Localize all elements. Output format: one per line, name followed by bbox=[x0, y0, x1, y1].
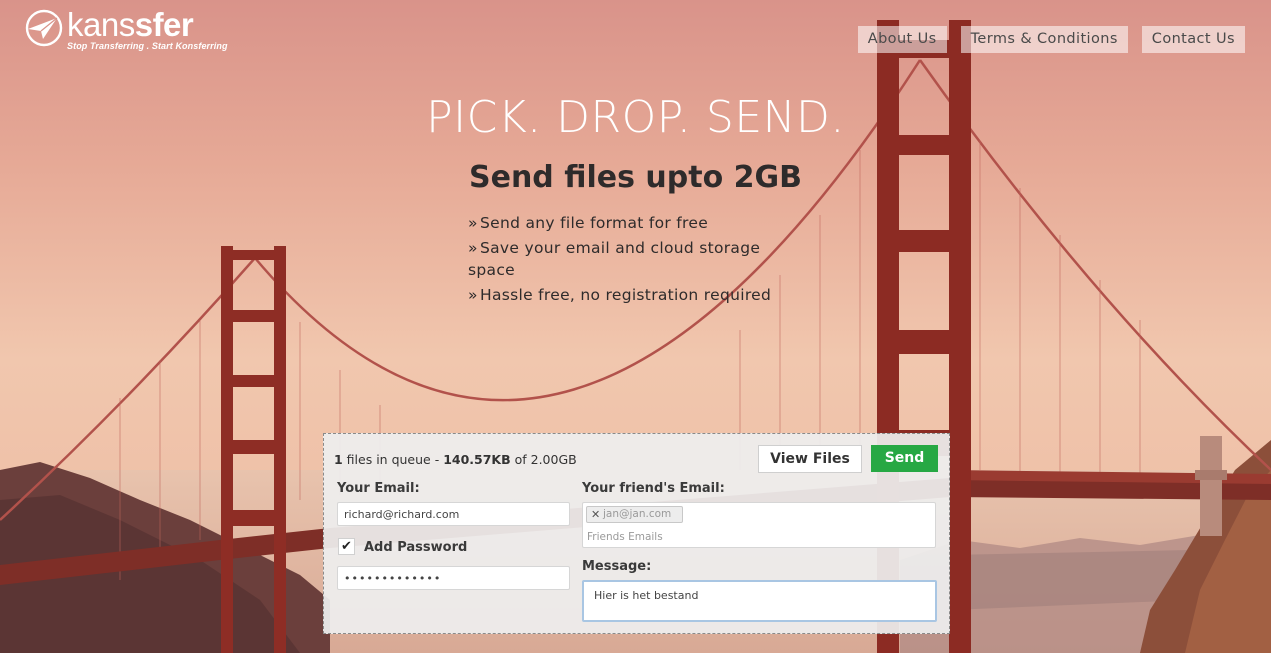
email-tag: ✕ jan@jan.com bbox=[586, 506, 683, 523]
paper-plane-circle-icon bbox=[25, 9, 63, 47]
nav-contact-us[interactable]: Contact Us bbox=[1141, 26, 1245, 53]
feature-item: » Hassle free, no registration required bbox=[468, 286, 772, 304]
double-chevron-right-icon: » bbox=[468, 239, 478, 257]
checkmark-icon: ✔ bbox=[341, 539, 352, 554]
friend-email-label: Your friend's Email: bbox=[582, 481, 725, 496]
add-password-checkbox[interactable]: ✔ bbox=[338, 538, 355, 555]
brand-logo[interactable]: kanssfer Stop Transferring . Start Konsf… bbox=[24, 8, 228, 51]
send-button[interactable]: Send bbox=[871, 445, 938, 472]
message-textarea[interactable]: Hier is het bestand bbox=[582, 580, 937, 622]
friends-email-placeholder: Friends Emails bbox=[587, 531, 663, 543]
add-password-label: Add Password bbox=[364, 540, 468, 555]
double-chevron-right-icon: » bbox=[468, 286, 478, 304]
view-files-button[interactable]: View Files bbox=[758, 445, 862, 473]
upload-panel[interactable]: 1 files in queue - 140.57KB of 2.00GB Vi… bbox=[323, 433, 950, 634]
feature-item: » Save your email and cloud storage space bbox=[468, 239, 761, 279]
queue-status: 1 files in queue - 140.57KB of 2.00GB bbox=[334, 452, 577, 467]
brand-tagline: Stop Transferring . Start Konsferring bbox=[67, 41, 228, 51]
brand-text: kanssfer Stop Transferring . Start Konsf… bbox=[67, 6, 228, 52]
feature-item: » Send any file format for free bbox=[468, 214, 709, 232]
top-nav: About Us Terms & Conditions Contact Us bbox=[857, 26, 1245, 53]
double-chevron-right-icon: » bbox=[468, 214, 478, 232]
password-input[interactable] bbox=[337, 566, 570, 590]
brand-name: kanssfer bbox=[67, 6, 194, 43]
feature-list: » Send any file format for free » Save you… bbox=[468, 212, 788, 309]
message-label: Message: bbox=[582, 559, 652, 574]
hero-subtitle: Send files upto 2GB bbox=[469, 160, 802, 195]
close-icon[interactable]: ✕ bbox=[591, 507, 600, 522]
hero-title: PICK. DROP. SEND. bbox=[426, 92, 845, 143]
your-email-label: Your Email: bbox=[337, 481, 420, 496]
friends-email-field[interactable]: ✕ jan@jan.com Friends Emails bbox=[582, 502, 936, 548]
nav-terms-conditions[interactable]: Terms & Conditions bbox=[960, 26, 1128, 53]
nav-about-us[interactable]: About Us bbox=[857, 26, 947, 53]
your-email-input[interactable] bbox=[337, 502, 570, 526]
